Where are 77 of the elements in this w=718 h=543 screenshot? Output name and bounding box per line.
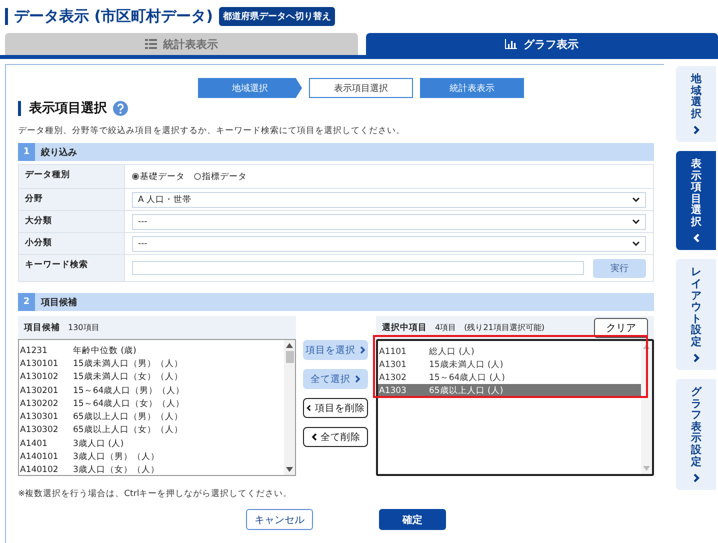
selected-listbox[interactable]: A1101 総人口 (人) A1301 15歳未満人口 (人) A1302 15～64歳人口 (人) A1303 65歳以上人口 (人) — [376, 339, 654, 476]
scroll-up-icon[interactable] — [286, 343, 293, 348]
selected-item[interactable]: A1302 15～64歳人口 (人) — [378, 371, 641, 384]
candidate-item[interactable]: A140102 3歳人口（女）（人） — [19, 464, 284, 475]
chevron-left-icon — [692, 233, 700, 244]
section-heading: 絞り込み — [40, 146, 77, 158]
field-label: 大分類 — [19, 211, 125, 232]
candidate-item[interactable]: A130101 15歳未満人口（男）（人） — [19, 357, 284, 371]
transfer-button[interactable]: 項目を削除 — [303, 398, 368, 418]
confirm-button[interactable]: 確定 — [379, 509, 446, 530]
note-text: ※複数選択を行う場合は、Ctrlキーを押しながら選択してください。 — [18, 488, 294, 500]
transfer-button[interactable]: 全て削除 — [303, 427, 368, 447]
page-heading: データ表示 (市区町村データ) — [5, 8, 213, 24]
transfer-button[interactable]: 全て選択 — [303, 369, 368, 389]
candidate-item[interactable]: A130102 15歳未満人口（女）（人） — [19, 370, 284, 384]
run-button[interactable]: 実行 — [593, 258, 646, 278]
side-step-tab[interactable]: 地域選択 — [676, 66, 716, 142]
chevron-down-icon — [632, 241, 640, 246]
item-count: 4項目 — [435, 322, 456, 333]
item-count: 130項目 — [68, 322, 100, 333]
candidate-item[interactable]: A1401 3歳人口 (人) — [19, 437, 284, 450]
candidate-listbox[interactable] — [18, 339, 296, 476]
chevron-down-icon — [632, 197, 640, 202]
view-tab[interactable]: グラフ表示 — [366, 33, 718, 55]
candidate-item[interactable]: A130202 15～64歳人口（女）（人） — [19, 397, 284, 410]
step-indicator: 表示項目選択 — [309, 78, 413, 98]
side-step-tab[interactable]: 表示項目選択 — [676, 151, 716, 250]
chevron-down-icon — [632, 219, 640, 224]
switch-data-button[interactable]: 都道府県データへ切り替え — [218, 6, 335, 26]
clear-button[interactable]: クリア — [594, 318, 648, 338]
scroll-thumb[interactable] — [286, 351, 294, 363]
help-icon[interactable] — [113, 101, 128, 116]
selected-item[interactable]: A1303 65歳以上人口 (人) — [378, 384, 641, 397]
scroll-down-icon[interactable] — [286, 467, 293, 472]
side-step-tab[interactable]: グラフ表示設定 — [676, 379, 716, 490]
chevron-right-icon — [692, 125, 700, 136]
candidate-item[interactable]: A140101 3歳人口（男）（人） — [19, 450, 284, 464]
section-title: 表示項目選択 — [18, 101, 107, 116]
chevron-right-icon — [354, 375, 360, 383]
field-label: 小分類 — [19, 233, 125, 254]
remaining-count: (残り21項目選択可能) — [464, 322, 545, 333]
transfer-button[interactable]: 項目を選択 — [303, 340, 368, 360]
list-title: 選択中項目 — [382, 322, 427, 334]
field-label: 分野 — [19, 189, 125, 210]
section-number: 2 — [18, 293, 35, 311]
section-heading: 項目候補 — [40, 296, 77, 308]
candidate-item[interactable]: A130302 65歳以上人口（女）（人） — [19, 424, 284, 438]
scrollbar[interactable] — [641, 341, 652, 474]
candidate-item[interactable]: A130201 15～64歳人口（男）（人） — [19, 384, 284, 398]
chevron-left-icon — [306, 404, 311, 412]
chevron-right-icon — [360, 346, 366, 354]
field-label: キーワード検索 — [19, 255, 125, 281]
chevron-left-icon — [310, 433, 316, 441]
radio-option[interactable]: 基礎データ — [132, 170, 185, 182]
chevron-right-icon — [692, 353, 700, 364]
candidate-item[interactable]: A1231 年齢中位数 (歳) — [19, 344, 284, 358]
list-icon — [144, 39, 157, 49]
field-label: データ種別 — [19, 165, 125, 188]
selected-item[interactable]: A1301 15歳未満人口 (人) — [378, 358, 641, 371]
list-title: 項目候補 — [24, 322, 60, 334]
instruction-text: データ種別、分野等で絞込み項目を選択するか、キーワード検索にて項目を選択してください。 — [18, 125, 406, 137]
bar-chart-icon — [505, 39, 518, 49]
dropdown-field[interactable]: --- — [132, 214, 646, 230]
side-step-tab[interactable]: レイアウト設定 — [676, 259, 716, 370]
section-number: 1 — [18, 143, 35, 161]
chevron-right-icon — [692, 473, 700, 484]
radio-option[interactable]: 指標データ — [194, 170, 247, 182]
selected-item[interactable]: A1101 総人口 (人) — [378, 345, 641, 358]
dropdown-field[interactable]: --- — [132, 236, 646, 252]
scroll-up-icon[interactable] — [643, 344, 650, 349]
dropdown-field[interactable]: A 人口・世帯 — [132, 192, 646, 208]
step-indicator: 地域選択 — [198, 78, 302, 98]
candidate-item[interactable]: A130301 65歳以上人口（男）（人） — [19, 410, 284, 424]
cancel-button[interactable]: キャンセル — [246, 509, 313, 530]
keyword-input-field[interactable] — [132, 261, 584, 275]
step-indicator: 統計表表示 — [420, 78, 524, 98]
scrollbar[interactable] — [284, 340, 295, 475]
